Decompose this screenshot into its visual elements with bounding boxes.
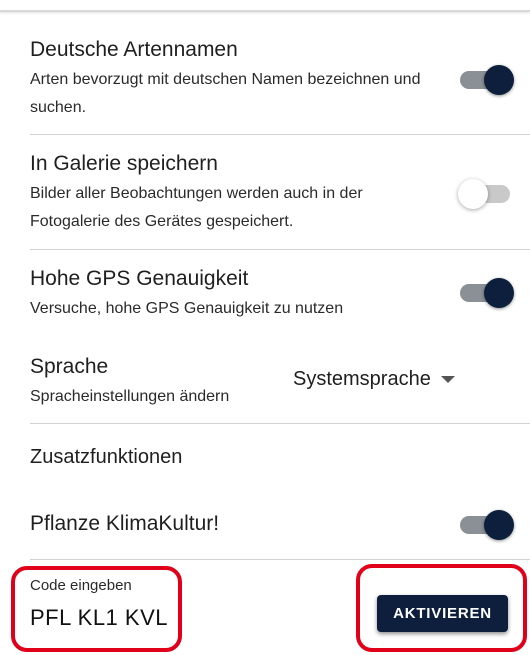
setting-german-names[interactable]: Deutsche Artennamen Arten bevorzugt mit …: [30, 38, 516, 118]
toggle-thumb: [484, 510, 514, 540]
settings-screen: Deutsche Artennamen Arten bevorzugt mit …: [0, 0, 530, 655]
gps-accuracy-toggle[interactable]: [458, 278, 514, 308]
toggle-thumb: [458, 179, 488, 209]
setting-title: Sprache: [30, 355, 109, 378]
language-select-value: Systemsprache: [293, 368, 431, 390]
klimakultur-toggle[interactable]: [458, 510, 514, 540]
code-field-label: Code eingeben: [30, 577, 132, 594]
app-bar-edge: [0, 0, 530, 12]
setting-save-gallery[interactable]: In Galerie speichern Bilder aller Beobac…: [30, 152, 516, 232]
divider: [30, 423, 530, 424]
setting-description: Versuche, hohe GPS Genauigkeit zu nutzen: [30, 300, 344, 317]
setting-title: Deutsche Artennamen: [30, 38, 238, 61]
setting-description: Bilder aller Beobachtungen werden auch i…: [30, 185, 363, 230]
setting-title: In Galerie speichern: [30, 152, 218, 175]
divider: [30, 559, 530, 560]
setting-title: Hohe GPS Genauigkeit: [30, 267, 249, 290]
setting-klimakultur-title: Pflanze KlimaKultur!: [30, 512, 220, 535]
language-select[interactable]: Systemsprache: [293, 368, 455, 391]
divider: [30, 134, 530, 135]
setting-description: Arten bevorzugt mit deutschen Namen beze…: [30, 71, 421, 116]
german-names-toggle[interactable]: [458, 65, 514, 95]
section-title: Zusatzfunktionen: [30, 446, 183, 468]
caret-down-icon: [440, 376, 455, 383]
toggle-thumb: [484, 65, 514, 95]
activate-button[interactable]: AKTIVIEREN: [377, 595, 508, 632]
toggle-thumb: [484, 278, 514, 308]
code-input[interactable]: PFL KL1 KVL: [30, 605, 168, 631]
divider: [30, 249, 530, 250]
setting-gps-accuracy[interactable]: Hohe GPS Genauigkeit Versuche, hohe GPS …: [30, 267, 516, 321]
save-gallery-toggle[interactable]: [458, 179, 514, 209]
